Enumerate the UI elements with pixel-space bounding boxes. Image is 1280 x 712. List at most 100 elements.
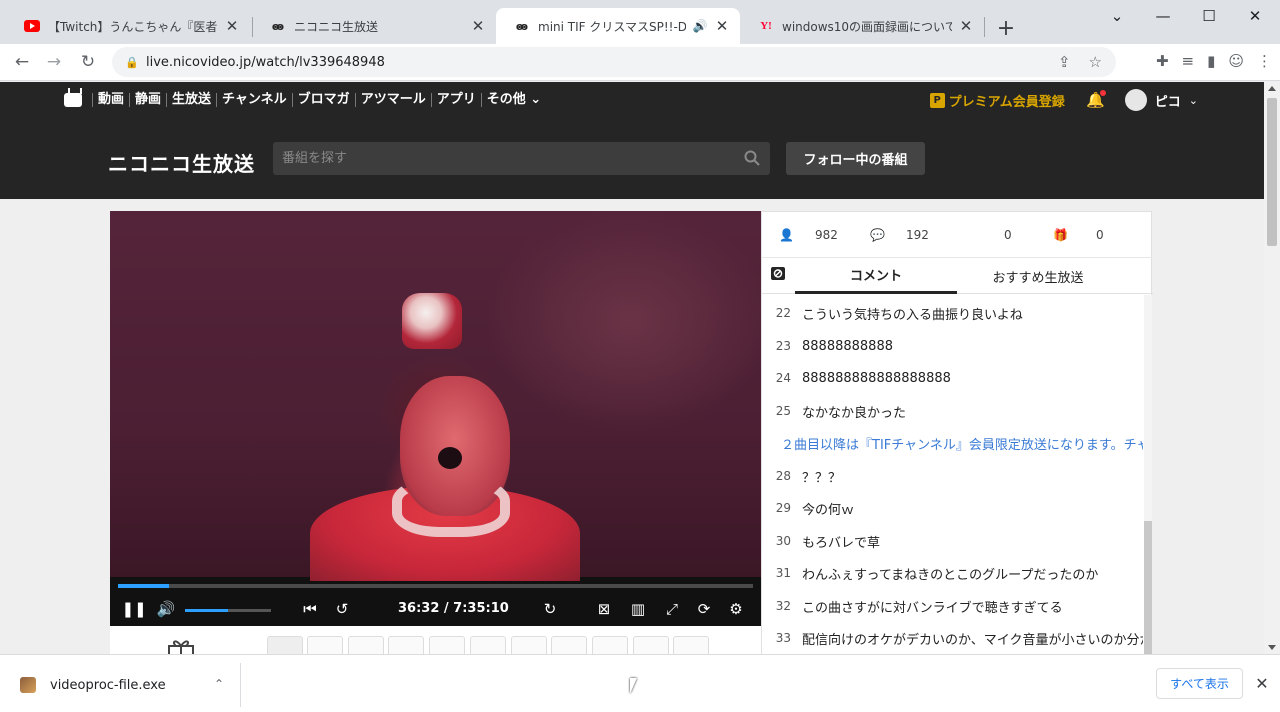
ad-points-link[interactable]: 0 [1004, 228, 1012, 242]
page-scrollbar-thumb[interactable] [1267, 98, 1277, 246]
scroll-up-icon[interactable] [1268, 86, 1276, 91]
gift-slot[interactable] [592, 636, 628, 654]
chevron-up-icon[interactable]: ⌃ [214, 677, 224, 691]
skip-to-start-icon[interactable]: ⏮ [298, 597, 322, 621]
comment-row[interactable]: 32 この曲さすがに対バンライブで聴きすぎてる [762, 590, 1143, 622]
video-player[interactable]: ❚❚ 🔊 ⏮ ↺ 36:32 / 7:35:10 ↻ ⊠ ▥ ⤢ ⟳ ⚙ [110, 211, 761, 626]
gift-slot[interactable] [429, 636, 465, 654]
nav-item-more[interactable]: その他 ⌄ [480, 93, 546, 107]
tab-close-icon[interactable]: ✕ [224, 17, 240, 35]
maximize-button[interactable]: ☐ [1186, 0, 1232, 32]
speaker-icon[interactable]: 🔊 [692, 18, 708, 34]
nav-item-blomaga[interactable]: ブロマガ [291, 93, 355, 107]
show-all-downloads-button[interactable]: すべて表示 [1156, 668, 1243, 699]
pause-icon[interactable]: ❚❚ [121, 597, 146, 621]
program-stats: 👤 982 💬 192 0 🎁 0 [762, 212, 1153, 258]
nav-item-channel[interactable]: チャンネル [216, 93, 292, 107]
tab-search-icon[interactable]: ⌄ [1094, 0, 1140, 32]
tab-close-icon[interactable]: ✕ [958, 17, 974, 35]
nav-item-douga[interactable]: 動画 [92, 93, 129, 107]
premium-register-link[interactable]: P プレミアム会員登録 [929, 91, 1065, 110]
volume-slider[interactable] [185, 609, 271, 612]
gift-slot[interactable] [307, 636, 343, 654]
gift-slot[interactable] [673, 636, 709, 654]
tab-close-icon[interactable]: ✕ [714, 17, 730, 35]
comment-row[interactable]: 24 888888888888888888 [762, 362, 1143, 394]
video-frame[interactable] [110, 211, 761, 581]
gift-slot[interactable] [348, 636, 384, 654]
reload-player-icon[interactable]: ⟳ [692, 597, 716, 621]
gift-slot[interactable] [388, 636, 424, 654]
comment-row[interactable]: 29 今の何ｗ [762, 492, 1143, 524]
download-filename[interactable]: videoproc-file.exe [50, 678, 166, 693]
comment-scrollbar[interactable] [1144, 295, 1152, 654]
nav-item-live[interactable]: 生放送 [166, 93, 216, 107]
fullscreen-icon[interactable]: ⤢ [660, 597, 684, 621]
followed-programs-button[interactable]: フォロー中の番組 [786, 142, 925, 175]
close-window-button[interactable]: ✕ [1232, 0, 1278, 32]
system-notice-row[interactable]: ２曲目以降は『TIFチャンネル』会員限定放送になります。チャンネ [762, 427, 1143, 459]
browser-tab-yahoo[interactable]: Y! windows10の画面録画について質問 ✕ [740, 8, 984, 44]
address-bar[interactable]: 🔒 live.nicovideo.jp/watch/lv339648948 ⇪ … [112, 47, 1116, 77]
menu-icon[interactable]: ⋮ [1257, 52, 1272, 70]
forward-button[interactable]: → [40, 48, 68, 76]
niconico-live-logo[interactable]: ニコニコ生放送 [108, 148, 255, 177]
extensions-icon[interactable]: ✚ [1156, 52, 1169, 70]
browser-tab-niconico[interactable]: ꙭ ニコニコ生放送 ✕ [252, 8, 496, 44]
nav-item-atsumaru[interactable]: アツマール [354, 93, 431, 107]
profile-icon[interactable]: ☺ [1228, 52, 1244, 70]
lock-icon[interactable]: 🔒 [118, 56, 146, 69]
comment-row[interactable]: 22 こういう気持ちの入る曲振り良いよね [762, 297, 1143, 329]
gift-slot[interactable] [511, 636, 547, 654]
reload-button[interactable]: ↻ [74, 48, 102, 76]
url-text[interactable]: live.nicovideo.jp/watch/lv339648948 [146, 55, 385, 70]
back-button[interactable]: ← [8, 48, 36, 76]
nav-item-app[interactable]: アプリ [430, 93, 481, 107]
username[interactable]: ピコ [1155, 91, 1181, 110]
chevron-down-icon[interactable]: ⌄ [1189, 94, 1198, 107]
seek-bar[interactable] [118, 584, 753, 588]
avatar[interactable] [1124, 89, 1147, 111]
tab-recommended-live[interactable]: おすすめ生放送 [957, 258, 1119, 294]
search-input[interactable] [273, 142, 733, 175]
comment-row[interactable]: 30 もろバレで草 [762, 525, 1143, 557]
rewind-10-icon[interactable]: ↺ [330, 597, 354, 621]
browser-tab-twitch[interactable]: 【Twitch】うんこちゃん『医者にいくまで ✕ [6, 8, 250, 44]
side-panel-icon[interactable]: ▮ [1207, 52, 1215, 70]
share-icon[interactable]: ⇪ [1058, 53, 1071, 71]
search-icon[interactable] [744, 150, 760, 166]
browser-tab-active[interactable]: ꙭ mini TIF クリスマスSP!!-DAY1- 🔊 ✕ [496, 8, 740, 44]
gift-slot[interactable] [470, 636, 506, 654]
tab-close-icon[interactable]: ✕ [470, 17, 486, 35]
comment-row[interactable]: 31 わんふぇすってまねきのとこのグループだったのか [762, 557, 1143, 589]
comment-row[interactable]: 28 ？？？ [762, 460, 1143, 492]
comment-row[interactable]: 23 88888888888 [762, 330, 1143, 362]
minimize-button[interactable]: — [1140, 0, 1186, 32]
settings-gear-icon[interactable]: ⚙ [724, 597, 748, 621]
gift-slot[interactable] [267, 636, 303, 654]
niconico-tv-icon[interactable] [64, 93, 82, 107]
page-scrollbar[interactable] [1264, 82, 1280, 654]
gift-slot[interactable] [633, 636, 669, 654]
scroll-down-icon[interactable] [1268, 645, 1276, 650]
download-item[interactable]: videoproc-file.exe ⌃ [0, 663, 241, 707]
comment-toggle-icon[interactable]: ⊠ [592, 597, 616, 621]
ng-setting-icon[interactable] [770, 266, 786, 282]
new-tab-button[interactable]: + [992, 14, 1020, 42]
close-download-bar-icon[interactable]: ✕ [1252, 673, 1272, 693]
media-control-icon[interactable]: ≡ [1182, 52, 1195, 70]
comment-number: 22 [775, 306, 791, 320]
theater-mode-icon[interactable]: ▥ [626, 597, 650, 621]
comment-scrollbar-thumb[interactable] [1144, 521, 1152, 654]
comment-row[interactable]: 33 配信向けのオケがデカいのか、マイク音量が小さいのか分か [762, 622, 1143, 654]
nav-item-seiga[interactable]: 静画 [129, 93, 166, 107]
gift-slot[interactable] [551, 636, 587, 654]
comment-row[interactable]: 25 なかなか良かった [762, 395, 1143, 427]
tab-comments[interactable]: コメント [795, 258, 957, 294]
bookmark-star-icon[interactable]: ☆ [1089, 53, 1102, 71]
gift-icon[interactable] [167, 638, 195, 654]
volume-icon[interactable]: 🔊 [154, 597, 178, 621]
gift-points-link[interactable]: 0 [1096, 228, 1104, 242]
notification-bell-icon[interactable]: 🔔 [1085, 90, 1107, 110]
forward-10-icon[interactable]: ↻ [538, 597, 562, 621]
